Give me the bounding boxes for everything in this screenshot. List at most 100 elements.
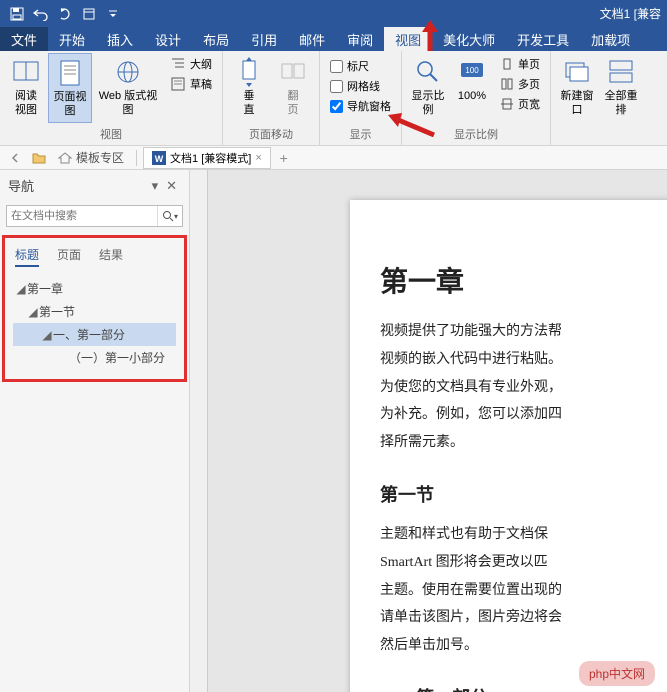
redo-button[interactable] [54, 3, 76, 25]
web-layout-icon [112, 56, 144, 88]
word-icon: W [152, 151, 166, 165]
multi-page-icon [500, 77, 514, 91]
group-views: 阅读 视图 页面视图 Web 版式视图 大纲 草稿 视图 [0, 51, 223, 145]
draft-icon [170, 76, 186, 92]
tab-developer[interactable]: 开发工具 [506, 27, 580, 51]
home-icon [58, 152, 72, 164]
doc-h2: 第一节 [380, 481, 667, 507]
one-page-button[interactable]: 单页 [498, 55, 542, 73]
tab-home[interactable]: 开始 [48, 27, 96, 51]
read-mode-button[interactable]: 阅读 视图 [4, 53, 48, 121]
qat-extra-button[interactable] [78, 3, 100, 25]
vertical-button[interactable]: 垂 直 [227, 53, 271, 121]
outline-button[interactable]: 大纲 [168, 55, 214, 73]
arrange-all-button[interactable]: 全部重排 [599, 53, 643, 121]
tab-layout[interactable]: 布局 [192, 27, 240, 51]
group-page-movement: 垂 直 翻 页 页面移动 [223, 51, 320, 145]
save-button[interactable] [6, 3, 28, 25]
outline-tree: ◢第一章 ◢第一节 ◢一、第一部分 （一）第一小部分 [7, 275, 182, 371]
svg-text:W: W [155, 154, 164, 164]
ribbon-tabs: 文件 开始 插入 设计 布局 引用 邮件 审阅 视图 美化大师 开发工具 加载项 [0, 27, 667, 51]
template-zone-button[interactable]: 模板专区 [52, 148, 130, 168]
doc-paragraph: 视频的嵌入代码中进行粘贴。 [380, 348, 667, 372]
draft-button[interactable]: 草稿 [168, 75, 214, 93]
print-layout-button[interactable]: 页面视图 [48, 53, 92, 123]
flip-icon [277, 56, 309, 88]
nav-tabs: 标题 页面 结果 [7, 242, 182, 275]
new-window-button[interactable]: 新建窗口 [555, 53, 599, 121]
nav-search-box[interactable]: ▾ [6, 205, 183, 227]
doc-paragraph: 为补充。例如，您可以添加四 [380, 403, 667, 427]
gridlines-checkbox[interactable]: 网格线 [328, 77, 393, 95]
svg-text:100: 100 [465, 66, 479, 75]
new-window-icon [561, 56, 593, 88]
search-icon [162, 210, 174, 222]
tab-insert[interactable]: 插入 [96, 27, 144, 51]
group-window: 新建窗口 全部重排 [551, 51, 647, 145]
page[interactable]: 第一章 视频提供了功能强大的方法帮 视频的嵌入代码中进行粘贴。 为使您的文档具有… [350, 200, 667, 692]
read-mode-icon [10, 56, 42, 88]
multi-page-button[interactable]: 多页 [498, 75, 542, 93]
doc-paragraph: 视频提供了功能强大的方法帮 [380, 320, 667, 344]
hundred-percent-button[interactable]: 100 100% [450, 53, 494, 107]
outline-icon [170, 56, 186, 72]
tab-view[interactable]: 视图 [384, 27, 432, 51]
close-tab-button[interactable]: × [255, 152, 261, 164]
quick-access-toolbar [6, 3, 124, 25]
tree-item-section1[interactable]: ◢第一节 [13, 300, 176, 323]
doc-paragraph: 主题和样式也有助于文档保 [380, 523, 667, 547]
tree-item-part1[interactable]: ◢一、第一部分 [13, 323, 176, 346]
doc-paragraph: SmartArt 图形将会更改以匹 [380, 551, 667, 575]
nav-search-button[interactable]: ▾ [157, 206, 182, 226]
tab-design[interactable]: 设计 [144, 27, 192, 51]
title-bar: 文档1 [兼容 [0, 0, 667, 27]
nav-annotation-box: 标题 页面 结果 ◢第一章 ◢第一节 ◢一、第一部分 （一）第一小部分 [2, 235, 187, 382]
hundred-icon: 100 [456, 56, 488, 88]
web-layout-button[interactable]: Web 版式视图 [92, 53, 164, 121]
tree-item-subpart1[interactable]: （一）第一小部分 [13, 346, 176, 369]
nav-close-button[interactable]: ✕ [162, 178, 181, 194]
page-width-icon [500, 97, 514, 111]
document-tab[interactable]: W 文档1 [兼容模式] × [143, 147, 271, 169]
nav-menu-button[interactable]: ▾ [148, 178, 163, 194]
page-width-button[interactable]: 页宽 [498, 95, 542, 113]
doc-paragraph: 为使您的文档具有专业外观， [380, 376, 667, 400]
document-bar: 模板专区 W 文档1 [兼容模式] × + [0, 146, 667, 170]
divider [136, 150, 137, 166]
navpane-checkbox[interactable]: 导航窗格 [328, 97, 393, 115]
doc-paragraph: 主题。使用在需要位置出现的 [380, 579, 667, 603]
folder-button[interactable] [28, 148, 50, 168]
tab-file[interactable]: 文件 [0, 27, 48, 51]
nav-tab-pages[interactable]: 页面 [57, 246, 81, 267]
navigation-pane: 导航 ▾ ✕ ▾ 标题 页面 结果 ◢第一章 ◢第一节 ◢一、第一部分 （一）第… [0, 170, 190, 692]
tab-beautify[interactable]: 美化大师 [432, 27, 506, 51]
doc-paragraph: 请单击该图片，图片旁边将会 [380, 606, 667, 630]
annotation-arrow-navpane [386, 111, 436, 141]
nav-back-button[interactable] [4, 148, 26, 168]
one-page-icon [500, 57, 514, 71]
doc-paragraph: 择所需元素。 [380, 431, 667, 455]
nav-tab-results[interactable]: 结果 [99, 246, 123, 267]
doc-paragraph: 然后单击加号。 [380, 634, 667, 658]
doc-h1: 第一章 [380, 260, 667, 300]
window-title: 文档1 [兼容 [600, 5, 661, 22]
add-tab-button[interactable]: + [273, 148, 295, 168]
watermark: php中文网 [579, 661, 655, 686]
nav-search-input[interactable] [7, 206, 157, 226]
qat-customize-dropdown[interactable] [102, 3, 124, 25]
tab-review[interactable]: 审阅 [336, 27, 384, 51]
tab-mail[interactable]: 邮件 [288, 27, 336, 51]
ribbon: 阅读 视图 页面视图 Web 版式视图 大纲 草稿 视图 [0, 51, 667, 146]
ruler-checkbox[interactable]: 标尺 [328, 57, 393, 75]
vertical-icon [233, 56, 265, 88]
zoom-icon [412, 56, 444, 88]
document-area[interactable]: 第一章 视频提供了功能强大的方法帮 视频的嵌入代码中进行粘贴。 为使您的文档具有… [190, 170, 667, 692]
ruler-vertical [190, 170, 208, 692]
tab-references[interactable]: 引用 [240, 27, 288, 51]
undo-button[interactable] [30, 3, 52, 25]
tab-addins[interactable]: 加载项 [580, 27, 641, 51]
print-layout-icon [54, 57, 86, 89]
nav-tab-headings[interactable]: 标题 [15, 246, 39, 267]
flip-button[interactable]: 翻 页 [271, 53, 315, 121]
tree-item-chapter1[interactable]: ◢第一章 [13, 277, 176, 300]
